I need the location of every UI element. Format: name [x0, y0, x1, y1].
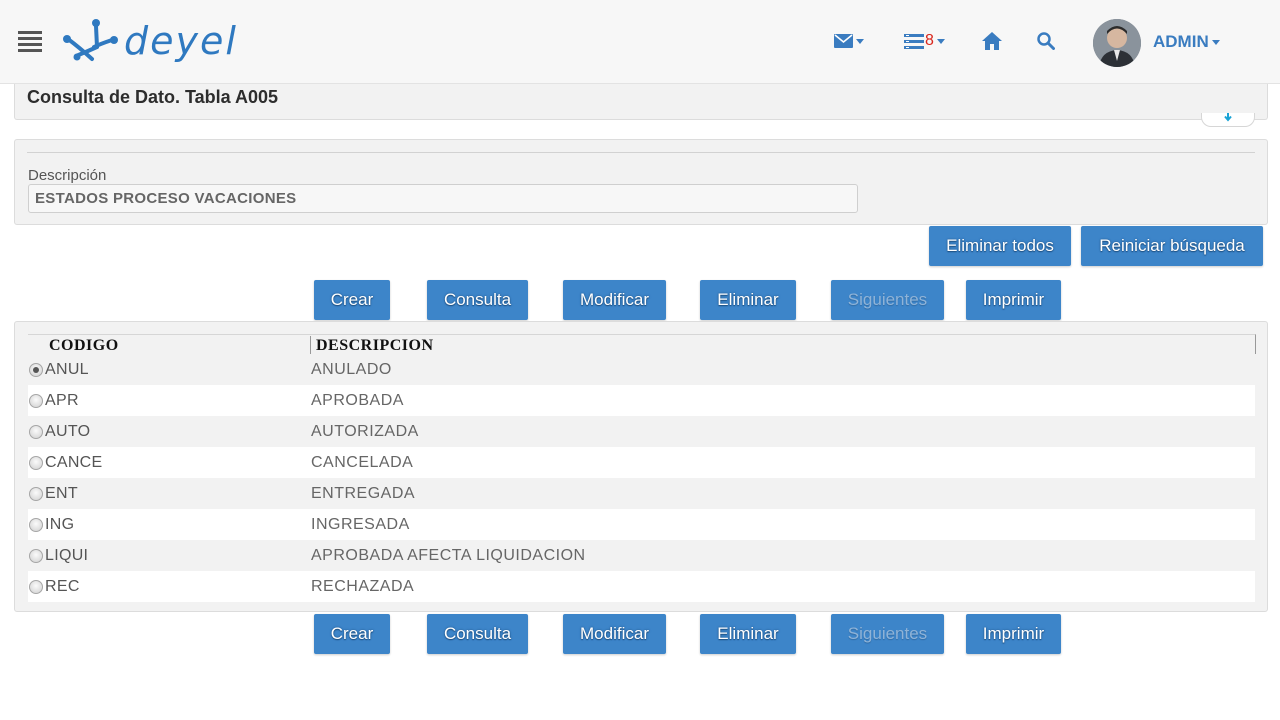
create-button-bottom[interactable]: Crear — [314, 614, 390, 654]
cell-description: INGRESADA — [311, 516, 410, 533]
brand-text: deyel — [124, 19, 238, 63]
cell-description: APROBADA AFECTA LIQUIDACION — [311, 547, 586, 564]
envelope-icon — [834, 34, 853, 48]
row-radio[interactable] — [29, 518, 43, 532]
column-header-descripcion[interactable]: DESCRIPCION — [316, 337, 434, 355]
next-button-bottom: Siguientes — [831, 614, 944, 654]
top-navbar: deyel 8 ADMIN — [0, 0, 1280, 84]
chevron-down-icon — [856, 38, 864, 44]
user-photo-icon — [1093, 19, 1141, 67]
user-name: ADMIN — [1153, 32, 1209, 51]
deyel-logo[interactable]: deyel — [60, 14, 292, 66]
user-menu[interactable]: ADMIN — [1153, 32, 1220, 52]
home-icon — [982, 32, 1002, 50]
chevron-down-icon — [936, 38, 945, 44]
delete-button[interactable]: Eliminar — [700, 280, 796, 320]
row-radio[interactable] — [29, 394, 43, 408]
table-row[interactable]: ENT ENTREGADA — [28, 478, 1255, 509]
description-label: Descripción — [28, 167, 107, 184]
next-button: Siguientes — [831, 280, 944, 320]
row-radio[interactable] — [29, 363, 43, 377]
menu-icon[interactable] — [18, 31, 42, 52]
cell-description: ANULADO — [311, 361, 392, 378]
cell-description: ENTREGADA — [311, 485, 416, 502]
delete-button-bottom[interactable]: Eliminar — [700, 614, 796, 654]
divider — [27, 152, 1255, 153]
print-button-bottom[interactable]: Imprimir — [966, 614, 1061, 654]
table-row[interactable]: LIQUI APROBADA AFECTA LIQUIDACION — [28, 540, 1255, 571]
cell-description: AUTORIZADA — [311, 423, 419, 440]
row-radio[interactable] — [29, 580, 43, 594]
messages-menu[interactable] — [834, 28, 864, 54]
home-button[interactable] — [982, 28, 1002, 54]
grid-header: CODIGO DESCRIPCION — [28, 334, 1256, 354]
row-radio[interactable] — [29, 487, 43, 501]
create-button[interactable]: Crear — [314, 280, 390, 320]
collapse-toggle[interactable] — [1201, 113, 1255, 127]
reset-search-button[interactable]: Reiniciar búsqueda — [1081, 226, 1263, 266]
query-button[interactable]: Consulta — [427, 280, 528, 320]
column-header-codigo[interactable]: CODIGO — [49, 337, 119, 355]
delete-all-button[interactable]: Eliminar todos — [929, 226, 1071, 266]
row-radio[interactable] — [29, 456, 43, 470]
list-icon — [904, 33, 924, 49]
print-button[interactable]: Imprimir — [966, 280, 1061, 320]
cell-description: APROBADA — [311, 392, 404, 409]
table-row[interactable]: AUTO AUTORIZADA — [28, 416, 1255, 447]
cell-code: REC — [45, 578, 80, 595]
cell-code: ENT — [45, 485, 78, 502]
avatar[interactable] — [1093, 19, 1141, 67]
cell-code: AUTO — [45, 423, 91, 440]
cell-code: APR — [45, 392, 79, 409]
cell-code: ANUL — [45, 361, 89, 378]
query-button-bottom[interactable]: Consulta — [427, 614, 528, 654]
modify-button-bottom[interactable]: Modificar — [563, 614, 666, 654]
filter-panel: Descripción — [14, 139, 1268, 225]
table-row[interactable]: ANUL ANULADO — [28, 354, 1255, 385]
chevron-down-icon — [1211, 39, 1220, 45]
search-icon — [1037, 32, 1055, 50]
table-row[interactable]: CANCE CANCELADA — [28, 447, 1255, 478]
description-field[interactable] — [28, 184, 858, 213]
table-row[interactable]: ING INGRESADA — [28, 509, 1255, 540]
search-button[interactable] — [1037, 28, 1055, 54]
page-title: Consulta de Dato. Tabla A005 — [27, 87, 279, 107]
cell-description: CANCELADA — [311, 454, 414, 471]
cell-code: ING — [45, 516, 75, 533]
row-radio[interactable] — [29, 425, 43, 439]
column-divider — [310, 336, 311, 354]
table-row[interactable]: REC RECHAZADA — [28, 571, 1255, 602]
results-grid: CODIGO DESCRIPCION ANUL ANULADO APR APRO… — [14, 321, 1268, 612]
title-panel: Consulta de Dato. Tabla A005 — [14, 84, 1268, 120]
arrow-down-icon — [1224, 113, 1232, 122]
cell-code: LIQUI — [45, 547, 89, 564]
tasks-menu[interactable]: 8 — [904, 28, 945, 54]
cell-code: CANCE — [45, 454, 103, 471]
row-radio[interactable] — [29, 549, 43, 563]
cell-description: RECHAZADA — [311, 578, 415, 595]
modify-button[interactable]: Modificar — [563, 280, 666, 320]
table-row[interactable]: APR APROBADA — [28, 385, 1255, 416]
tasks-count-badge: 8 — [925, 32, 934, 49]
